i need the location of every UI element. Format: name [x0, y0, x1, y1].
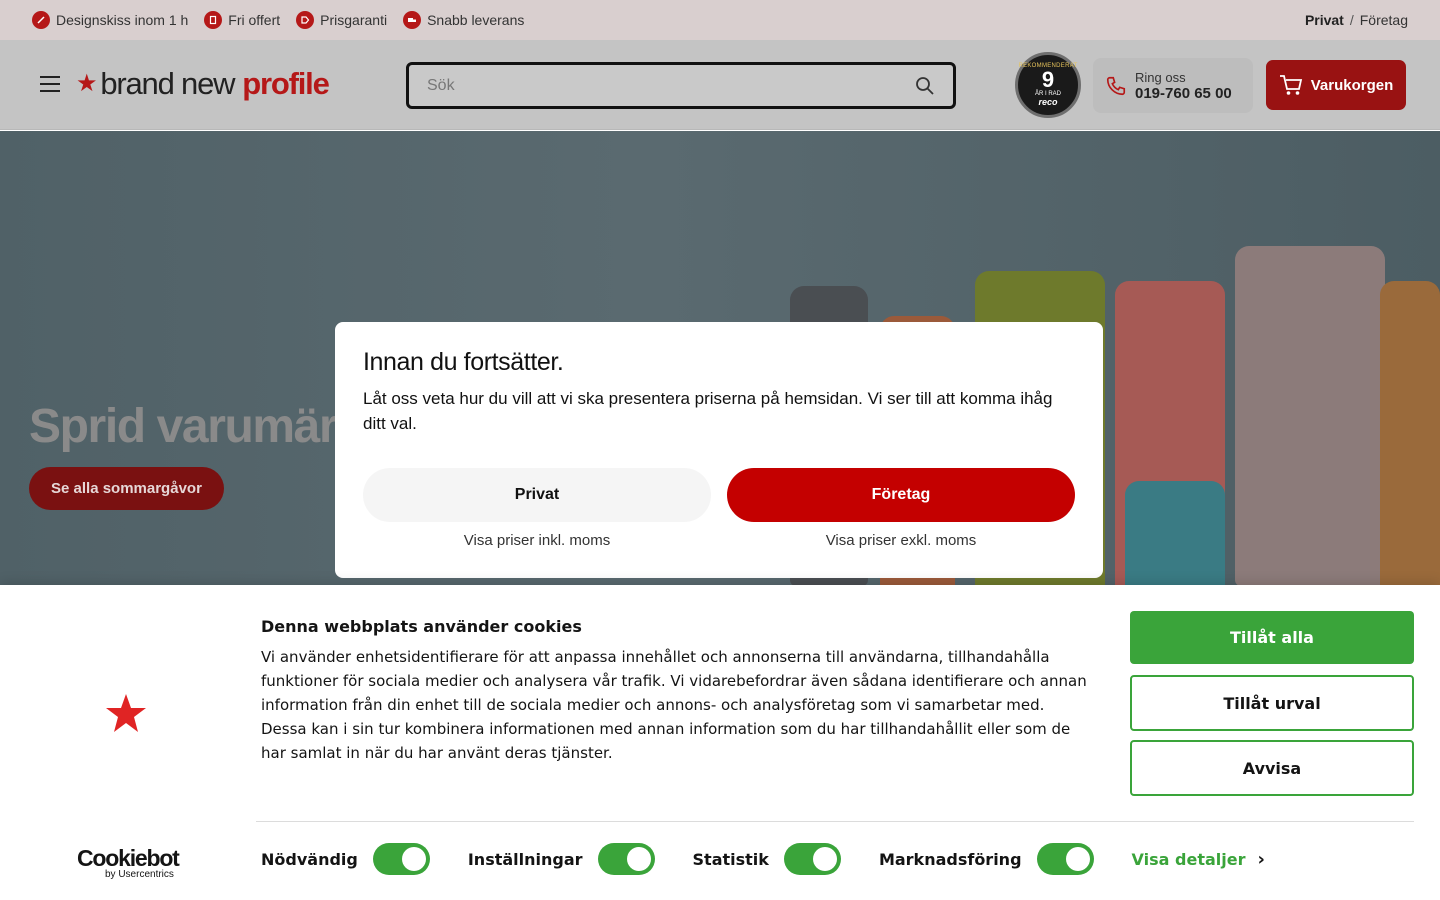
brand-star-icon [106, 694, 146, 732]
usp-label: Designskiss inom 1 h [56, 12, 189, 28]
category-label: Statistik [692, 849, 769, 869]
usp-list: Designskiss inom 1 h Fri offert Prisgara… [32, 11, 524, 29]
category-preferences: Inställningar [468, 843, 655, 875]
private-button[interactable]: Privat [363, 468, 711, 522]
allow-all-button[interactable]: Tillåt alla [1130, 611, 1414, 664]
price-display-modal: Innan du fortsätter. Låt oss veta hur du… [335, 322, 1103, 578]
chevron-right-icon: › [1257, 848, 1265, 870]
hero-title: Sprid varumärk [29, 400, 363, 453]
search-icon[interactable] [915, 76, 935, 96]
company-price-note: Visa priser exkl. moms [825, 532, 977, 549]
segment-private-link[interactable]: Privat [1305, 12, 1344, 28]
usp-free-quote[interactable]: Fri offert [204, 11, 280, 29]
cookie-title: Denna webbplats använder cookies [261, 617, 582, 636]
search-input[interactable] [427, 76, 915, 95]
category-necessary: Nödvändig [261, 843, 430, 875]
statistics-toggle[interactable] [783, 843, 841, 875]
reco-award-badge[interactable]: REKOMMENDERAT 9 ÅR I RAD reco [1015, 52, 1081, 118]
segment-separator: / [1349, 12, 1354, 28]
category-marketing: Marknadsföring [879, 843, 1094, 875]
marketing-toggle[interactable] [1036, 843, 1094, 875]
tag-icon [296, 11, 315, 29]
company-button[interactable]: Företag [727, 468, 1075, 522]
usp-fast-delivery[interactable]: Snabb leverans [403, 11, 524, 29]
badge-number: 9 [1041, 67, 1055, 92]
cookie-consent-banner: Cookiebot by Usercentrics Denna webbplat… [0, 585, 1440, 900]
category-label: Marknadsföring [878, 849, 1022, 869]
document-icon [204, 11, 223, 29]
customer-type-switch: Privat / Företag [1305, 12, 1408, 28]
search-box [406, 62, 956, 109]
category-statistics: Statistik [693, 843, 841, 875]
cart-label: Varukorgen [1310, 76, 1394, 94]
logo-star-icon: ★ [76, 70, 98, 97]
segment-company-link[interactable]: Företag [1360, 12, 1408, 28]
call-us-box[interactable]: Ring oss 019-760 65 00 [1093, 58, 1253, 113]
allow-selection-button[interactable]: Tillåt urval [1130, 675, 1414, 731]
cart-icon [1279, 75, 1302, 95]
category-label: Nödvändig [261, 849, 358, 869]
preferences-toggle[interactable] [597, 843, 655, 875]
site-header: ★ brand new profile REKOMMENDERAT 9 ÅR I… [0, 40, 1440, 130]
modal-title: Innan du fortsätter. [363, 348, 564, 376]
cookiebot-logo: Cookiebot by Usercentrics [77, 845, 180, 881]
phone-number[interactable]: 019-760 65 00 [1135, 85, 1232, 102]
cookiebot-logo-text: Cookiebot [77, 845, 180, 871]
top-info-bar: Designskiss inom 1 h Fri offert Prisgara… [0, 0, 1440, 40]
phone-label: Ring oss [1135, 69, 1186, 85]
cookiebot-logo-sub: by Usercentrics [105, 869, 174, 880]
usp-design-sketch[interactable]: Designskiss inom 1 h [32, 11, 188, 29]
show-details-link[interactable]: Visa detaljer › [1132, 849, 1265, 870]
necessary-toggle[interactable] [372, 843, 430, 875]
cookie-description: Vi använder enhetsidentifierare för att … [261, 648, 1087, 762]
usp-label: Fri offert [228, 12, 281, 28]
cookie-categories: Nödvändig Inställningar Statistik Markna… [261, 843, 1265, 875]
site-logo[interactable]: ★ brand new profile [76, 62, 330, 106]
logo-text-brand-new: brand new [100, 66, 235, 101]
pencil-icon [32, 11, 50, 29]
private-price-note: Visa priser inkl. moms [463, 532, 611, 549]
cart-button[interactable]: Varukorgen [1266, 60, 1406, 110]
menu-icon[interactable] [40, 76, 60, 92]
cookie-divider [256, 821, 1414, 822]
logo-text-profile: profile [242, 66, 330, 101]
deny-button[interactable]: Avvisa [1130, 740, 1414, 796]
summer-gifts-button[interactable]: Se alla sommargåvor [29, 467, 224, 510]
modal-description: Låt oss veta hur du vill att vi ska pres… [363, 389, 1053, 433]
usp-label: Prisgaranti [320, 12, 388, 28]
usp-label: Snabb leverans [427, 12, 525, 28]
show-details-label: Visa detaljer [1131, 849, 1246, 869]
truck-icon [403, 11, 422, 29]
category-label: Inställningar [467, 849, 583, 869]
badge-brand: reco [1038, 97, 1058, 107]
phone-icon [1106, 76, 1126, 95]
usp-price-guarantee[interactable]: Prisgaranti [296, 11, 387, 29]
